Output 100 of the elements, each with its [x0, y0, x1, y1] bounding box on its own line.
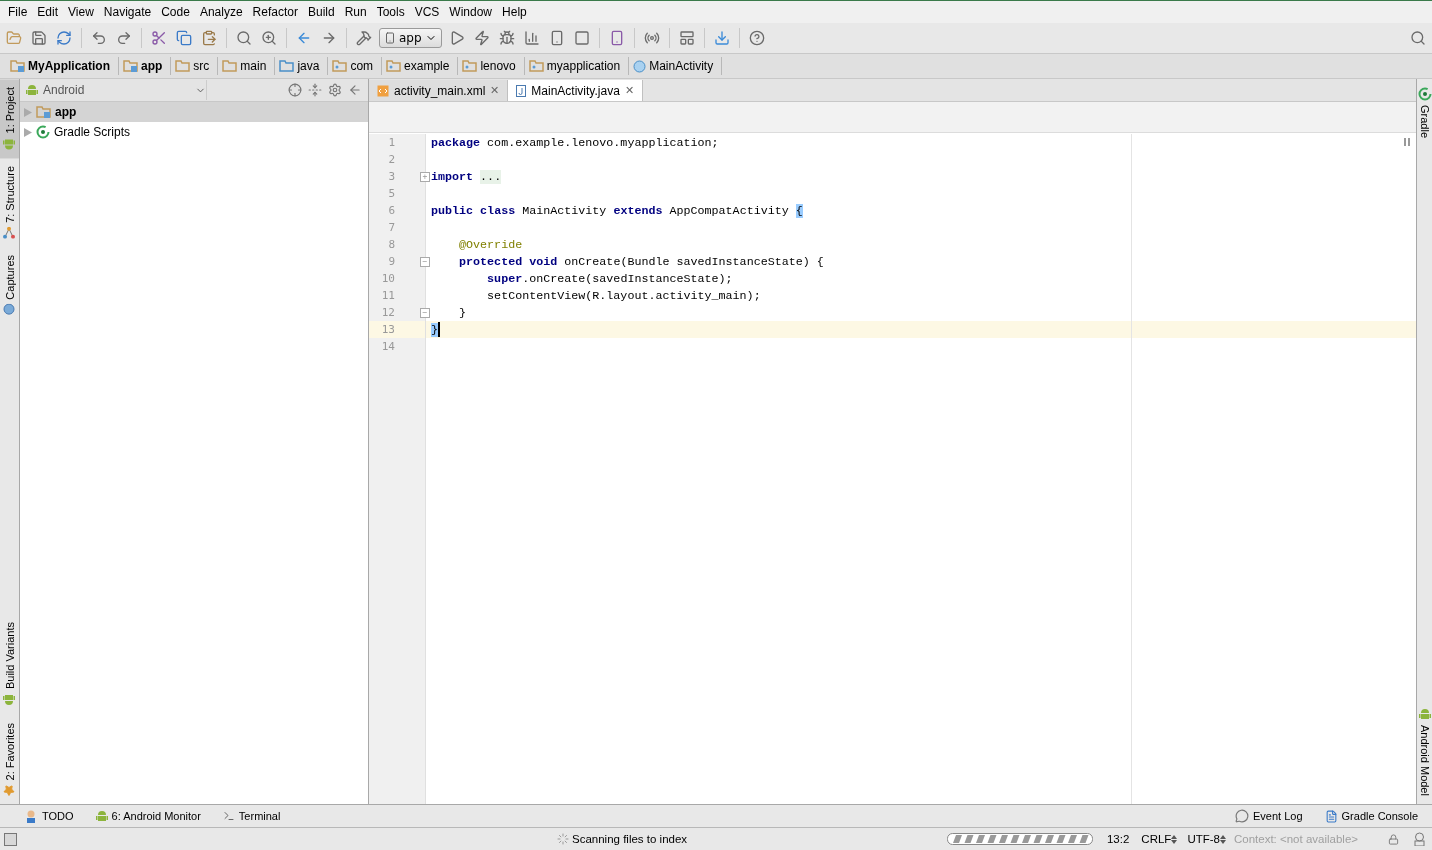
breadcrumb[interactable]: MainActivity [629, 57, 723, 75]
file-encoding[interactable]: UTF-8 [1187, 833, 1220, 845]
folder-icon [332, 60, 348, 72]
menu-item[interactable]: Run [339, 5, 372, 19]
folder-icon [10, 60, 25, 72]
android-icon [95, 809, 108, 823]
tool-window-tab[interactable]: 2: Favorites [0, 714, 19, 804]
menu-item[interactable]: Tools [371, 5, 410, 19]
stop-icon[interactable] [573, 30, 590, 46]
tool-window-tab[interactable]: Captures [0, 247, 19, 324]
breadcrumb[interactable]: com [328, 57, 383, 75]
menu-item[interactable]: Refactor [247, 5, 303, 19]
tool-window-button[interactable]: Event Log [1235, 809, 1303, 823]
tool-window-tab[interactable]: 7: Structure [0, 158, 19, 248]
star-icon [3, 784, 16, 796]
line-number: 7 [387, 221, 395, 234]
folder-icon [528, 60, 544, 72]
breadcrumb[interactable]: example [382, 57, 459, 75]
menu-item[interactable]: Code [156, 5, 195, 19]
spinner-icon [557, 833, 569, 845]
folder-icon [386, 60, 402, 72]
settings-icon[interactable] [328, 83, 342, 97]
breadcrumb[interactable]: lenovo [458, 57, 525, 75]
line-number: 9 [387, 255, 395, 268]
tool-window-button[interactable]: 6: Android Monitor [95, 809, 201, 823]
menu-item[interactable]: VCS [409, 5, 445, 19]
search-icon[interactable] [236, 30, 252, 46]
help-icon[interactable] [748, 30, 765, 46]
xml-file-icon [377, 84, 389, 97]
tool-window-tab[interactable]: Gradle [1417, 79, 1432, 147]
breadcrumb[interactable]: myapplication [524, 57, 630, 75]
line-number: 6 [387, 204, 395, 217]
tool-window-button[interactable]: Terminal [222, 810, 281, 822]
line-number: 14 [380, 340, 395, 353]
forward-icon[interactable] [321, 30, 337, 46]
collapse-icon[interactable] [308, 83, 322, 97]
tool-window-tab[interactable]: Build Variants [0, 614, 19, 715]
menu-item[interactable]: Navigate [98, 5, 157, 19]
panel-toggle-icon[interactable] [4, 832, 17, 846]
menu-item[interactable]: Analyze [194, 5, 248, 19]
lock-icon[interactable] [1388, 833, 1399, 845]
terminal-icon [222, 810, 235, 822]
lightning-icon[interactable] [473, 30, 490, 46]
sync-icon[interactable] [56, 30, 72, 46]
gradle-icon [36, 125, 50, 139]
line-number: 2 [387, 153, 395, 166]
editor-tab[interactable]: MainActivity.java ✕ [508, 80, 643, 101]
menu-item[interactable]: Build [302, 5, 340, 19]
folder-icon [36, 106, 51, 118]
hammer-icon[interactable] [356, 30, 372, 46]
bug-icon[interactable] [498, 30, 515, 46]
undo-icon[interactable] [91, 30, 107, 46]
code-line: setContentView(R.layout.activity_main); [486, 288, 761, 303]
paste-icon[interactable] [201, 30, 217, 46]
line-number: 8 [387, 238, 395, 251]
code-line: } [458, 305, 467, 320]
tool-window-tab[interactable]: Android Model [1417, 700, 1432, 804]
tree-item[interactable]: Gradle Scripts [20, 122, 368, 142]
status-message: Scanning files to index [572, 833, 688, 845]
line-separator[interactable]: CRLF [1141, 833, 1172, 845]
code-line: super.onCreate(savedInstanceState); [486, 271, 733, 286]
person-icon [24, 809, 38, 823]
up-down-icon [1171, 834, 1178, 844]
hide-icon[interactable] [348, 83, 362, 97]
redo-icon[interactable] [116, 30, 132, 46]
tool-window-tab[interactable]: 1: Project [0, 79, 19, 159]
menu-item[interactable]: Window [444, 5, 498, 19]
save-icon[interactable] [31, 30, 47, 46]
context-label: Context: <not available> [1233, 833, 1358, 845]
breadcrumb[interactable]: MyApplication [6, 57, 119, 75]
line-number: 13 [380, 323, 395, 336]
copy-icon[interactable] [176, 30, 192, 46]
tree-item[interactable]: app [20, 102, 368, 122]
back-icon[interactable] [296, 30, 312, 46]
folder-icon[interactable] [6, 30, 22, 46]
menu-item[interactable]: View [63, 5, 99, 19]
java-file-icon [516, 84, 527, 97]
close-button[interactable]: ✕ [624, 84, 634, 97]
breadcrumb[interactable]: main [218, 57, 276, 75]
caret-position[interactable]: 13:2 [1106, 833, 1130, 845]
menu-item[interactable]: File [3, 5, 33, 19]
cut-icon[interactable] [151, 30, 167, 46]
folder-icon [123, 60, 138, 72]
editor-tab[interactable]: activity_main.xml ✕ [369, 80, 509, 101]
up-down-icon [1219, 834, 1226, 844]
breadcrumb[interactable]: java [275, 57, 329, 75]
search-icon[interactable] [1410, 30, 1426, 46]
close-button[interactable]: ✕ [490, 84, 500, 97]
gradle-icon [1417, 87, 1432, 101]
breadcrumb[interactable]: src [171, 57, 219, 75]
tool-window-button[interactable]: TODO [24, 809, 74, 823]
run-configuration-dropdown[interactable]: app [379, 28, 442, 48]
line-number: 3 [387, 170, 395, 183]
tool-window-button[interactable]: Gradle Console [1324, 809, 1418, 823]
folder-icon [279, 60, 295, 72]
breadcrumb[interactable]: app [119, 57, 172, 75]
menu-item[interactable]: Help [497, 5, 532, 19]
crosshair-icon[interactable] [288, 83, 302, 97]
code-line: public class MainActivity extends AppCompatActivity { [431, 203, 803, 218]
menu-item[interactable]: Edit [32, 5, 64, 19]
